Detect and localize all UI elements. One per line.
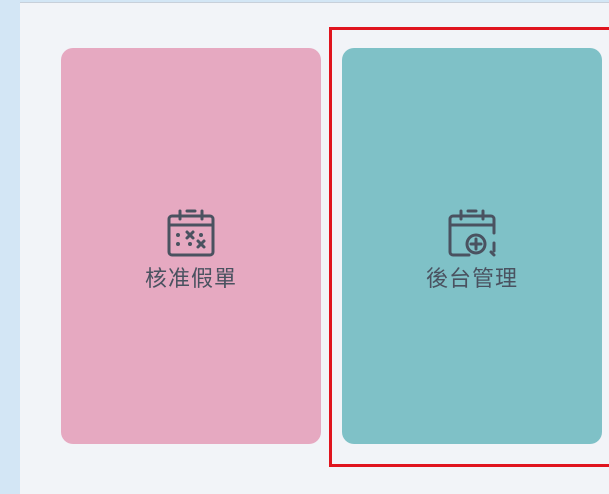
approve-leave-label: 核准假單: [144, 267, 237, 292]
left-sidebar-strip: [0, 0, 20, 494]
admin-label: 後台管理: [425, 267, 518, 292]
approve-leave-card[interactable]: 核准假單: [61, 48, 321, 444]
calendar-plus-icon: [448, 209, 496, 257]
main-panel: 核准假單 後台管理: [20, 2, 609, 494]
calendar-x-icon: [167, 209, 215, 257]
admin-card[interactable]: 後台管理: [342, 48, 602, 444]
